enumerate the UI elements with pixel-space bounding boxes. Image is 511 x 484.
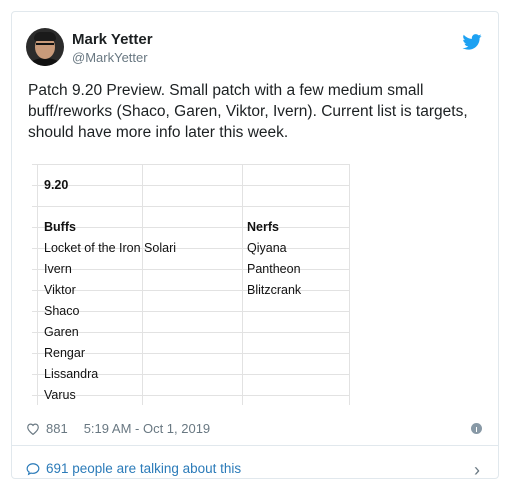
info-icon[interactable] bbox=[471, 423, 482, 434]
heart-icon[interactable] bbox=[26, 422, 40, 435]
buff-item: Varus bbox=[44, 388, 76, 402]
buff-item: Locket of the Iron Solari bbox=[44, 241, 177, 255]
buff-item: Rengar bbox=[44, 346, 85, 360]
talking-text[interactable]: 691 people are talking about this bbox=[46, 461, 241, 476]
tweet-card[interactable]: Mark Yetter @MarkYetter Patch 9.20 Previ… bbox=[11, 11, 499, 481]
buff-item: Lissandra bbox=[44, 367, 99, 381]
avatar[interactable] bbox=[26, 28, 64, 66]
sheet-title: 9.20 bbox=[44, 178, 69, 192]
tweet-text: Patch 9.20 Preview. Small patch with a f… bbox=[28, 82, 468, 141]
buff-item: Shaco bbox=[44, 304, 80, 318]
buff-item: Ivern bbox=[44, 262, 72, 276]
timestamp[interactable]: 5:19 AM - Oct 1, 2019 bbox=[84, 421, 210, 436]
twitter-bird-icon[interactable] bbox=[462, 34, 482, 50]
tweet-meta: 881 5:19 AM - Oct 1, 2019 bbox=[26, 421, 210, 436]
divider bbox=[12, 445, 498, 446]
nerf-item: Qiyana bbox=[247, 241, 287, 255]
buff-item: Garen bbox=[44, 325, 79, 339]
nerf-item: Blitzcrank bbox=[247, 283, 302, 297]
chevron-right-icon[interactable]: › bbox=[474, 460, 480, 481]
like-count[interactable]: 881 bbox=[46, 421, 68, 436]
talking-link[interactable]: 691 people are talking about this bbox=[26, 461, 241, 476]
comment-icon bbox=[26, 462, 40, 475]
nerf-item: Pantheon bbox=[247, 262, 301, 276]
author-handle[interactable]: @MarkYetter bbox=[72, 50, 148, 65]
author-name[interactable]: Mark Yetter bbox=[72, 31, 153, 48]
nerfs-header: Nerfs bbox=[247, 220, 279, 234]
buff-item: Viktor bbox=[44, 283, 76, 297]
spreadsheet-image[interactable]: 9.20 Buffs Nerfs Locket of the Iron Sola… bbox=[32, 164, 352, 406]
buffs-header: Buffs bbox=[44, 220, 76, 234]
